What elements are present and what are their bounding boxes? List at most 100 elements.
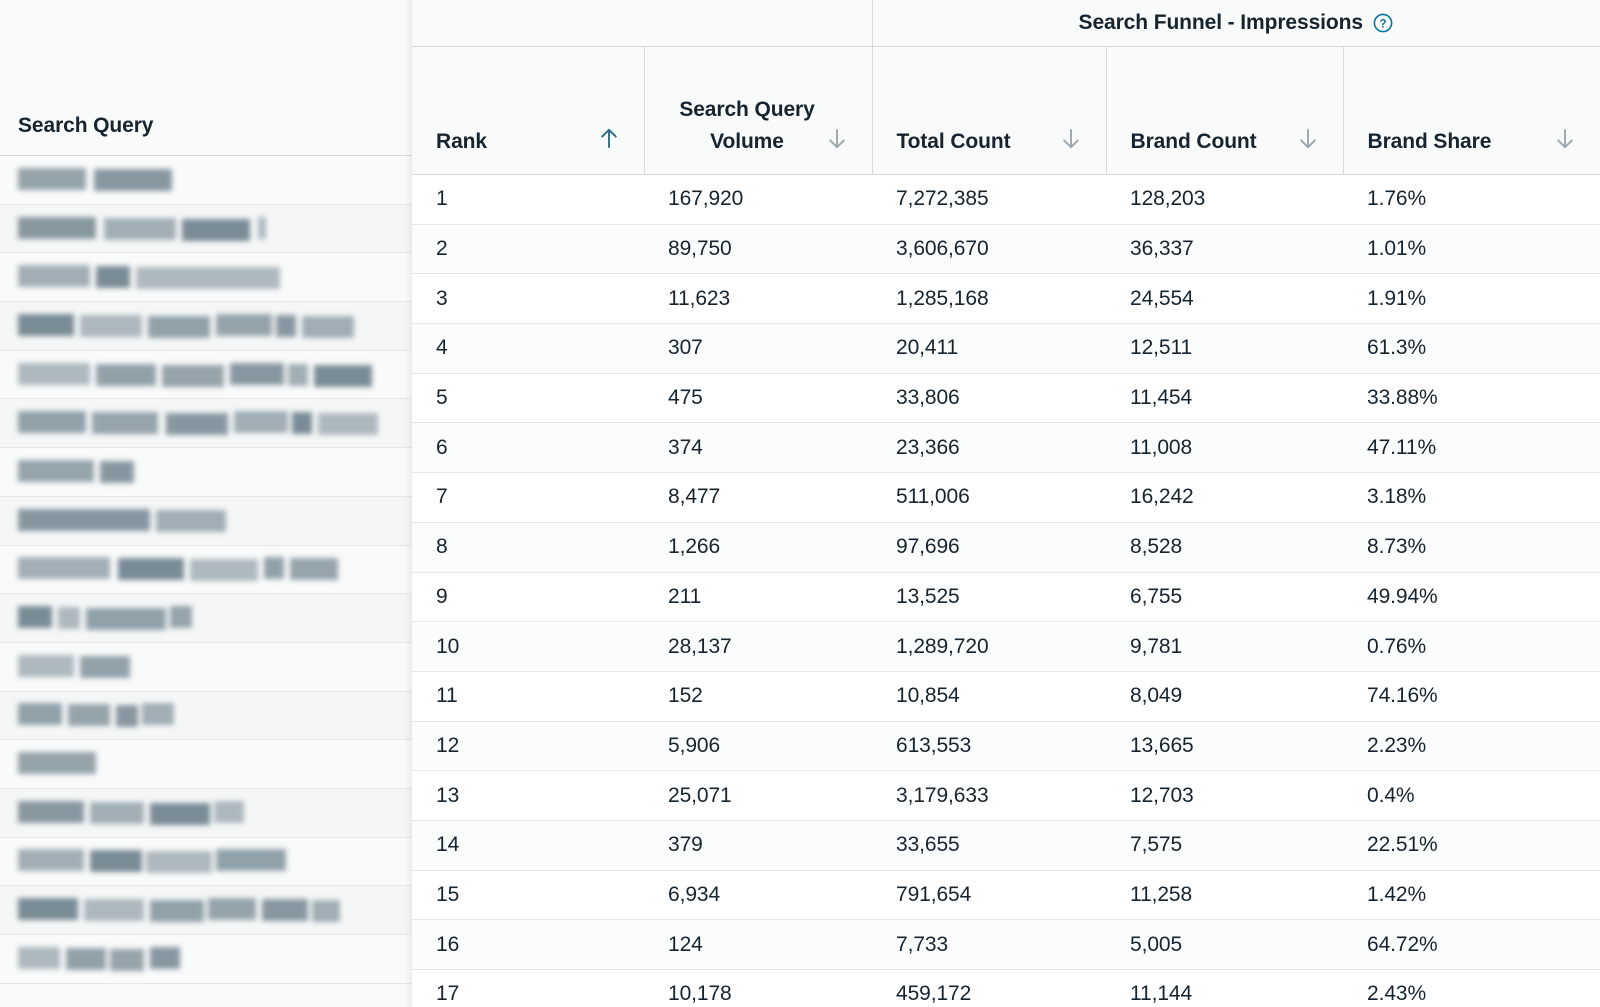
redacted-search-query-text <box>18 169 172 191</box>
list-item[interactable] <box>0 935 412 984</box>
search-query-cells <box>0 156 412 984</box>
cell-brand_count: 9,781 <box>1106 622 1343 672</box>
table-row[interactable]: 1710,178459,17211,1442.43% <box>412 970 1600 1007</box>
redacted-search-query-text <box>18 510 226 532</box>
cell-total_count: 33,655 <box>872 820 1106 870</box>
cell-volume: 6,934 <box>644 870 872 920</box>
list-item[interactable] <box>0 789 412 838</box>
table-row[interactable]: 289,7503,606,67036,3371.01% <box>412 224 1600 274</box>
list-item[interactable] <box>0 497 412 546</box>
table-row[interactable]: 430720,41112,51161.3% <box>412 324 1600 374</box>
cell-volume: 211 <box>644 572 872 622</box>
table-row[interactable]: 1437933,6557,57522.51% <box>412 820 1600 870</box>
redacted-search-query-text <box>18 802 244 824</box>
table-row[interactable]: 1028,1371,289,7209,7810.76% <box>412 622 1600 672</box>
list-item[interactable] <box>0 253 412 302</box>
help-circle-icon[interactable]: ? <box>1372 12 1394 34</box>
column-header-label-brand_share: Brand Share <box>1368 126 1492 158</box>
arrow-up-icon-rank[interactable] <box>598 126 620 156</box>
table-row[interactable]: 1325,0713,179,63312,7030.4% <box>412 771 1600 821</box>
list-item[interactable] <box>0 399 412 448</box>
cell-brand_share: 0.4% <box>1343 771 1600 821</box>
redacted-search-query-text <box>18 266 280 288</box>
table-row[interactable]: 1115210,8548,04974.16% <box>412 671 1600 721</box>
svg-text:?: ? <box>1379 18 1386 30</box>
cell-rank: 2 <box>412 224 644 274</box>
cell-brand_share: 22.51% <box>1343 820 1600 870</box>
table-row[interactable]: 156,934791,65411,2581.42% <box>412 870 1600 920</box>
table-row[interactable]: 921113,5256,75549.94% <box>412 572 1600 622</box>
cell-brand_share: 64.72% <box>1343 920 1600 970</box>
cell-total_count: 10,854 <box>872 671 1106 721</box>
list-item[interactable] <box>0 643 412 692</box>
search-query-column-header[interactable]: Search Query <box>0 0 412 156</box>
list-item[interactable] <box>0 351 412 400</box>
cell-rank: 16 <box>412 920 644 970</box>
table-row[interactable]: 125,906613,55313,6652.23% <box>412 721 1600 771</box>
arrow-down-icon-brand_count[interactable] <box>1297 126 1319 156</box>
table-row[interactable]: 161247,7335,00564.72% <box>412 920 1600 970</box>
table-row[interactable]: 637423,36611,00847.11% <box>412 423 1600 473</box>
column-header-rank[interactable]: Rank <box>412 47 644 175</box>
search-funnel-group-label: Search Funnel - Impressions <box>1079 11 1363 35</box>
cell-brand_share: 1.91% <box>1343 274 1600 324</box>
list-item[interactable] <box>0 448 412 497</box>
column-header-brand_count[interactable]: Brand Count <box>1106 47 1343 175</box>
table-row[interactable]: 1167,9207,272,385128,2031.76% <box>412 175 1600 225</box>
column-header-label-rank: Rank <box>436 126 487 158</box>
metrics-scroll-region[interactable]: Search Funnel - Impressions ? Rank Search… <box>412 0 1600 1007</box>
redacted-search-query-text <box>18 753 96 775</box>
cell-brand_share: 1.01% <box>1343 224 1600 274</box>
table-row[interactable]: 547533,80611,45433.88% <box>412 373 1600 423</box>
list-item[interactable] <box>0 205 412 254</box>
arrow-down-icon-volume[interactable] <box>826 126 848 156</box>
search-funnel-group-header: Search Funnel - Impressions ? <box>872 0 1600 47</box>
arrow-down-icon-total_count[interactable] <box>1060 126 1082 156</box>
list-item[interactable] <box>0 740 412 789</box>
column-header-volume[interactable]: Search Query Volume <box>644 47 872 175</box>
cell-total_count: 3,179,633 <box>872 771 1106 821</box>
column-header-row: Rank Search Query Volume Total Count Brand … <box>412 47 1600 175</box>
cell-volume: 10,178 <box>644 970 872 1007</box>
list-item[interactable] <box>0 886 412 935</box>
cell-rank: 4 <box>412 324 644 374</box>
cell-brand_share: 61.3% <box>1343 324 1600 374</box>
cell-volume: 89,750 <box>644 224 872 274</box>
cell-brand_share: 0.76% <box>1343 622 1600 672</box>
cell-volume: 25,071 <box>644 771 872 821</box>
list-item[interactable] <box>0 546 412 595</box>
list-item[interactable] <box>0 302 412 351</box>
cell-volume: 8,477 <box>644 473 872 523</box>
list-item[interactable] <box>0 594 412 643</box>
cell-rank: 9 <box>412 572 644 622</box>
cell-brand_count: 12,703 <box>1106 771 1343 821</box>
search-query-performance-table: Search Query Search Funnel - Impressions <box>0 0 1600 1007</box>
list-item[interactable] <box>0 692 412 741</box>
cell-total_count: 459,172 <box>872 970 1106 1007</box>
cell-volume: 374 <box>644 423 872 473</box>
cell-volume: 152 <box>644 671 872 721</box>
redacted-search-query-text <box>18 461 134 483</box>
cell-volume: 11,623 <box>644 274 872 324</box>
cell-total_count: 791,654 <box>872 870 1106 920</box>
cell-rank: 14 <box>412 820 644 870</box>
column-header-label-total_count: Total Count <box>897 126 1011 158</box>
cell-brand_count: 13,665 <box>1106 721 1343 771</box>
metrics-table-body: 1167,9207,272,385128,2031.76%289,7503,60… <box>412 175 1600 1007</box>
redacted-search-query-text <box>18 899 340 921</box>
column-header-total_count[interactable]: Total Count <box>872 47 1106 175</box>
cell-brand_count: 5,005 <box>1106 920 1343 970</box>
cell-rank: 6 <box>412 423 644 473</box>
metrics-table-head: Search Funnel - Impressions ? Rank Search… <box>412 0 1600 175</box>
list-item[interactable] <box>0 838 412 887</box>
cell-volume: 5,906 <box>644 721 872 771</box>
table-row[interactable]: 78,477511,00616,2423.18% <box>412 473 1600 523</box>
cell-brand_count: 7,575 <box>1106 820 1343 870</box>
cell-brand_count: 16,242 <box>1106 473 1343 523</box>
table-row[interactable]: 311,6231,285,16824,5541.91% <box>412 274 1600 324</box>
arrow-down-icon-brand_share[interactable] <box>1554 126 1576 156</box>
table-row[interactable]: 81,26697,6968,5288.73% <box>412 522 1600 572</box>
cell-rank: 10 <box>412 622 644 672</box>
column-header-brand_share[interactable]: Brand Share <box>1343 47 1600 175</box>
list-item[interactable] <box>0 156 412 205</box>
